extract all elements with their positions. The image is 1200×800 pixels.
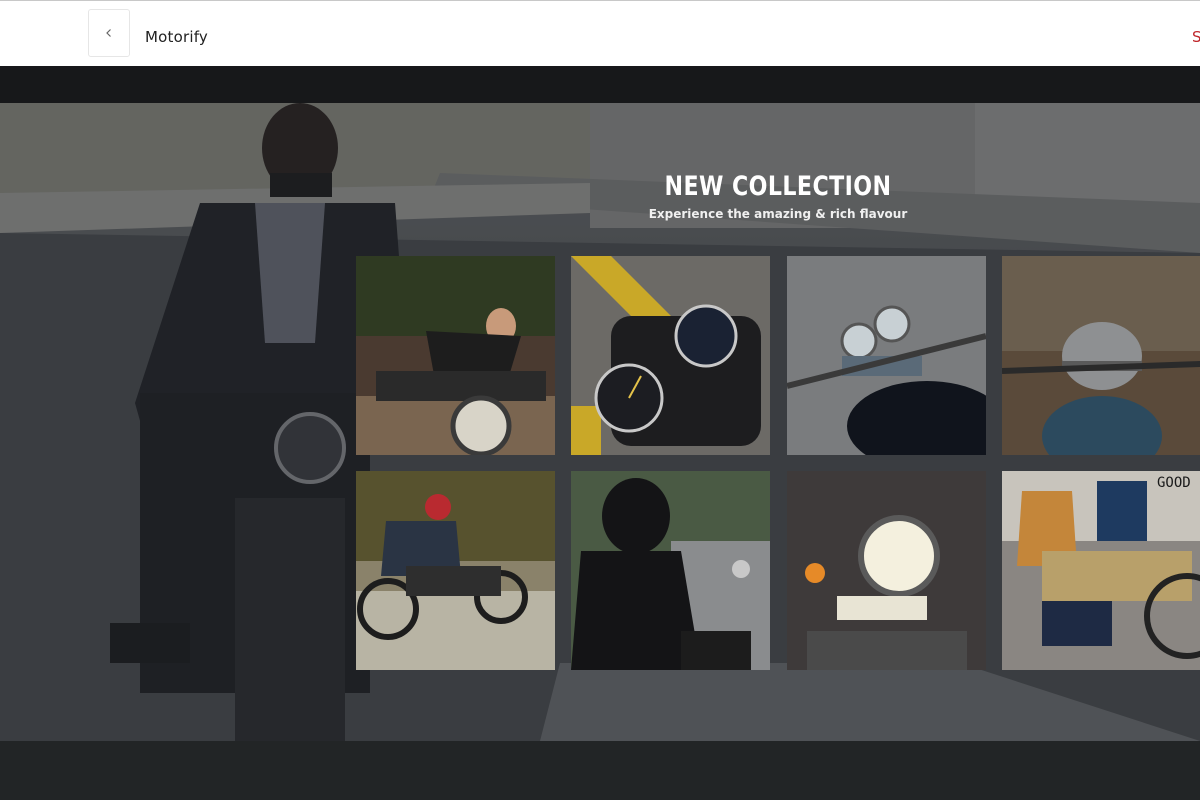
hero-subtitle: Experience the amazing & rich flavour	[648, 207, 908, 221]
handlebar-gauges-photo	[787, 256, 986, 455]
header-link[interactable]: S	[1192, 28, 1200, 46]
hero-section: NEW COLLECTION Experience the amazing & …	[0, 103, 1200, 741]
gallery-tile[interactable]	[1002, 256, 1200, 455]
rider-in-helmet-photo	[571, 471, 770, 670]
gallery-sign-text: GOOD	[1157, 475, 1191, 491]
helmet-on-motorcycle-photo	[1002, 256, 1200, 455]
speedometer-gauges-photo	[571, 256, 770, 455]
motorcycle-headlight-photo	[787, 471, 986, 670]
gallery-tile[interactable]	[787, 471, 986, 670]
chevron-left-icon	[106, 29, 111, 37]
dark-strip	[0, 66, 1200, 103]
back-button[interactable]	[88, 9, 130, 57]
gallery-tile[interactable]	[356, 471, 555, 670]
gallery-tile[interactable]: GOOD	[1002, 471, 1200, 670]
two-riders-on-motorcycle-photo	[356, 471, 555, 670]
gallery-tile[interactable]	[571, 471, 770, 670]
hero-title: NEW COLLECTION	[664, 171, 892, 202]
gallery-tile[interactable]	[356, 256, 555, 455]
footer-bar	[0, 741, 1200, 800]
brand-title[interactable]: Motorify	[145, 28, 208, 46]
rider-on-cafe-racer-photo: GOOD	[1002, 471, 1200, 670]
rider-leaning-on-motorcycle-photo	[356, 256, 555, 455]
gallery-tile[interactable]	[571, 256, 770, 455]
top-bar: Motorify S	[0, 0, 1200, 66]
gallery-tile[interactable]	[787, 256, 986, 455]
